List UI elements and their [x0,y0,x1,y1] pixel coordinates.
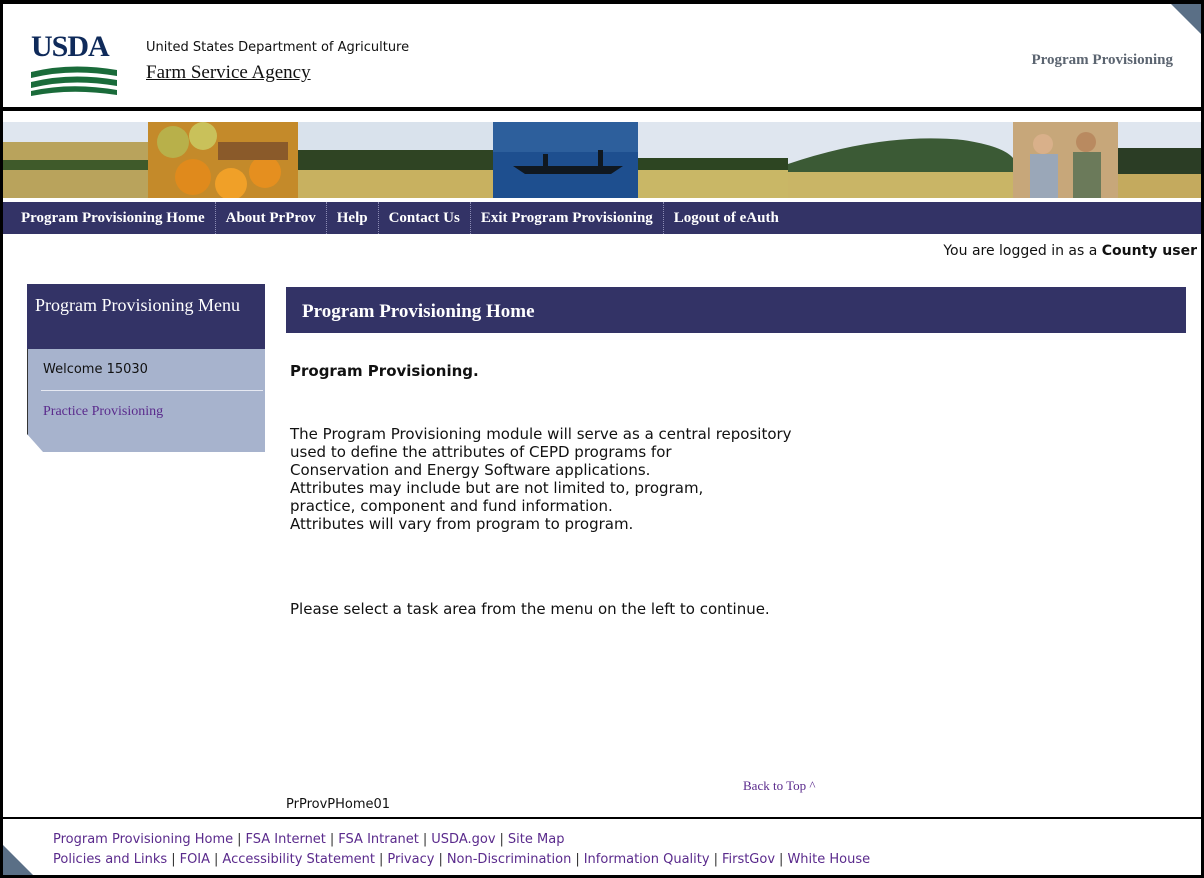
photo-banner [3,122,1201,198]
footer-link-firstgov[interactable]: FirstGov [722,852,775,867]
body-line: Attributes will vary from program to pro… [290,515,634,533]
footer-separator: | [499,832,504,847]
sidebar-divider [41,390,263,391]
nav-contact-us[interactable]: Contact Us [379,202,471,234]
nav-help[interactable]: Help [327,202,379,234]
department-name: United States Department of Agriculture [146,40,410,55]
usda-logo-hills-icon [31,66,117,96]
footer-link-usda-gov[interactable]: USDA.gov [431,832,495,847]
site-footer: Program Provisioning Home | FSA Internet | F… [53,830,870,870]
body-line: Conservation and Energy Software applica… [290,461,651,479]
content-heading: Program Provisioning. [290,362,479,380]
body-line: practice, component and fund information… [290,497,613,515]
footer-divider [3,817,1201,819]
app-title: Program Provisioning [1031,52,1173,68]
login-prefix: You are logged in as a [943,243,1102,259]
footer-link-accessibility[interactable]: Accessibility Statement [222,852,375,867]
sidebar-title: Program Provisioning Menu [27,284,265,349]
body-line: Attributes may include but are not limit… [290,479,704,497]
body-line: used to define the attributes of CEPD pr… [290,443,672,461]
login-role: County user [1101,243,1197,259]
page-frame: USDA United States Department of Agricul… [0,0,1204,878]
sidebar-menu: Program Provisioning Menu Welcome 15030 … [27,284,267,454]
page-title: Program Provisioning Home [286,287,1186,333]
nav-program-provisioning-home[interactable]: Program Provisioning Home [3,202,216,234]
footer-separator: | [378,852,384,867]
page-id: PrProvPHome01 [286,797,391,812]
nav-exit-program-provisioning[interactable]: Exit Program Provisioning [471,202,664,234]
sidebar-welcome: Welcome 15030 [43,362,148,377]
corner-decoration-bottom-left [3,845,33,875]
footer-link-privacy[interactable]: Privacy [387,852,434,867]
login-status: You are logged in as a County user [943,243,1197,259]
instruction-text: Please select a task area from the menu … [290,600,770,618]
main-nav: Program Provisioning Home About PrProv H… [3,202,1201,234]
footer-separator: | [214,852,219,867]
footer-separator: | [438,852,443,867]
footer-separator: | [575,852,580,867]
footer-separator: | [171,852,176,867]
footer-link-information-quality[interactable]: Information Quality [584,852,710,867]
footer-separator: | [422,832,428,847]
footer-separator: | [713,852,718,867]
body-line: The Program Provisioning module will ser… [290,425,792,443]
site-header: USDA United States Department of Agricul… [3,4,1201,107]
usda-logo-text: USDA [31,30,110,63]
header-divider [3,107,1201,111]
footer-separator: | [329,832,335,847]
back-to-top-link[interactable]: Back to Top ^ [743,778,815,794]
footer-link-program-provisioning-home[interactable]: Program Provisioning Home [53,832,233,847]
banner-landscape-image [3,122,1201,198]
sidebar-item-practice-provisioning[interactable]: Practice Provisioning [43,404,163,420]
footer-link-foia[interactable]: FOIA [180,852,210,867]
footer-link-site-map[interactable]: Site Map [508,832,565,847]
usda-logo[interactable]: USDA [31,32,119,98]
footer-row: Program Provisioning Home | FSA Internet | F… [53,830,870,850]
footer-link-fsa-internet[interactable]: FSA Internet [246,832,326,847]
footer-link-non-discrimination[interactable]: Non-Discrimination [447,852,572,867]
content-body: The Program Provisioning module will ser… [290,425,890,533]
footer-link-white-house[interactable]: White House [787,852,870,867]
footer-separator: | [237,832,242,847]
agency-link[interactable]: Farm Service Agency [146,62,311,84]
footer-separator: | [779,852,784,867]
nav-about-prprov[interactable]: About PrProv [216,202,327,234]
nav-logout-eauth[interactable]: Logout of eAuth [664,202,789,234]
footer-link-policies[interactable]: Policies and Links [53,852,167,867]
footer-link-fsa-intranet[interactable]: FSA Intranet [338,832,419,847]
footer-row: Policies and Links | FOIA | Accessibility St… [53,850,870,870]
